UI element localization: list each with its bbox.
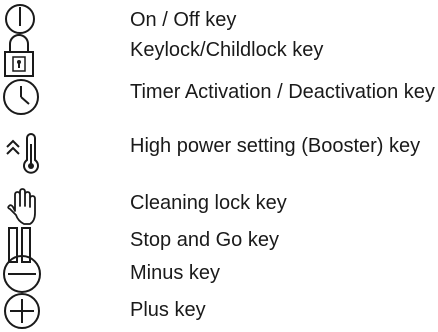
on-off-key-label: On / Off key — [130, 9, 237, 31]
plus-key-label: Plus key — [130, 299, 206, 321]
clock-icon — [0, 76, 42, 118]
booster-thermometer-icon — [4, 132, 44, 174]
cleaning-lock-key-label: Cleaning lock key — [130, 192, 287, 214]
padlock-icon — [2, 30, 36, 78]
minus-key-label: Minus key — [130, 262, 221, 284]
plus-circle-icon — [0, 290, 44, 332]
hand-icon — [4, 187, 40, 227]
stop-and-go-key-label: Stop and Go key — [130, 229, 279, 251]
keylock-key-label: Keylock/Childlock key — [130, 39, 324, 61]
booster-key-label: High power setting (Booster) key — [130, 135, 421, 157]
timer-key-label: Timer Activation / Deactivation key — [130, 81, 435, 103]
